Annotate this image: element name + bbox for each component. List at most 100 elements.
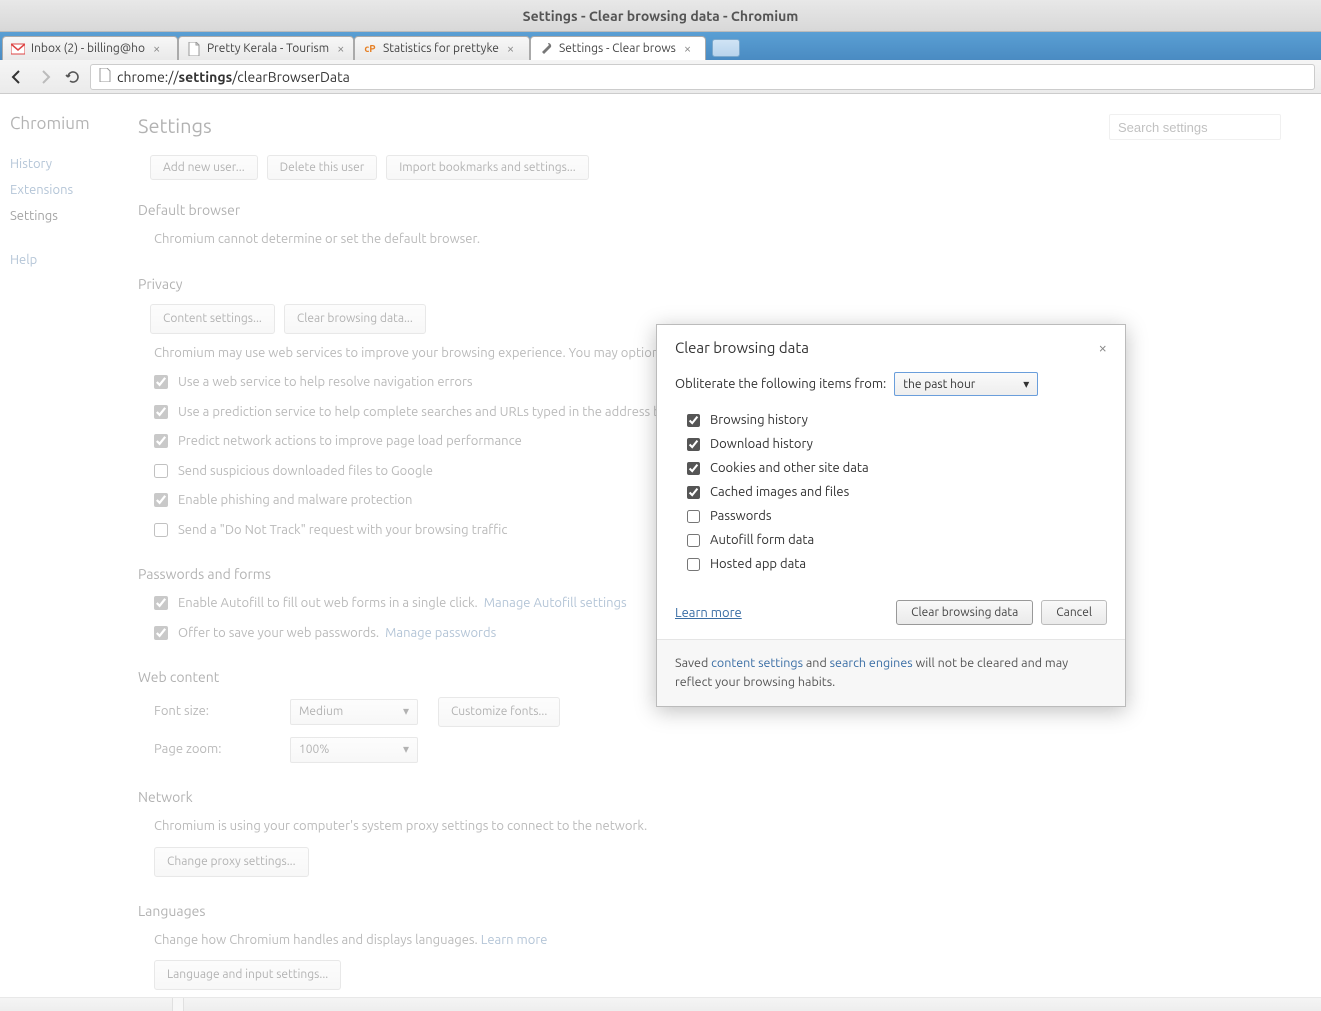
page-zoom-label: Page zoom: <box>154 740 234 760</box>
proxy-settings-button[interactable]: Change proxy settings... <box>154 847 309 877</box>
languages-desc: Change how Chromium handles and displays… <box>154 933 478 947</box>
network-desc: Chromium is using your computer's system… <box>154 817 1281 837</box>
tab-kerala[interactable]: Pretty Kerala - Tourism × <box>178 36 354 60</box>
languages-learn-more-link[interactable]: Learn more <box>481 933 548 947</box>
privacy-checkbox-5[interactable] <box>154 523 168 537</box>
window-title: Settings - Clear browsing data - Chromiu… <box>523 8 799 24</box>
passwords-label: Offer to save your web passwords. <box>178 626 379 640</box>
sidebar-title: Chromium <box>10 114 120 133</box>
privacy-check-label: Enable phishing and malware protection <box>178 491 412 511</box>
dialog-option-label: Download history <box>710 437 813 451</box>
dialog-learn-more-link[interactable]: Learn more <box>675 606 742 620</box>
passwords-link-1[interactable]: Manage passwords <box>385 626 496 640</box>
privacy-checkbox-1[interactable] <box>154 405 168 419</box>
passwords-checkbox-1[interactable] <box>154 626 168 640</box>
close-icon[interactable]: × <box>507 42 514 56</box>
tab-settings[interactable]: Settings - Clear brows × <box>530 36 706 60</box>
status-bar <box>0 997 1321 1011</box>
import-bookmarks-button[interactable]: Import bookmarks and settings... <box>386 155 588 180</box>
dialog-checkbox-4[interactable] <box>687 510 700 523</box>
window-titlebar: Settings - Clear browsing data - Chromiu… <box>0 0 1321 32</box>
sidebar-item-settings[interactable]: Settings <box>10 203 120 229</box>
tab-stats[interactable]: cP Statistics for prettyke × <box>354 36 530 60</box>
dialog-option-label: Passwords <box>710 509 771 523</box>
dialog-checkbox-2[interactable] <box>687 462 700 475</box>
section-languages-title: Languages <box>138 903 1281 919</box>
section-privacy-title: Privacy <box>138 276 1281 292</box>
clear-data-button[interactable]: Clear browsing data <box>896 600 1033 625</box>
dialog-title: Clear browsing data <box>675 339 809 356</box>
dialog-checkbox-1[interactable] <box>687 438 700 451</box>
dialog-option-label: Autofill form data <box>710 533 814 547</box>
passwords-link-0[interactable]: Manage Autofill settings <box>484 596 627 610</box>
default-browser-text: Chromium cannot determine or set the def… <box>154 230 1281 250</box>
sidebar-item-extensions[interactable]: Extensions <box>10 177 120 203</box>
privacy-check-label: Send suspicious downloaded files to Goog… <box>178 462 433 482</box>
language-settings-button[interactable]: Language and input settings... <box>154 960 341 990</box>
page-title: Settings <box>138 114 212 137</box>
dialog-note: Saved content settings and search engine… <box>657 639 1125 706</box>
font-size-label: Font size: <box>154 702 234 722</box>
section-network-title: Network <box>138 789 1281 805</box>
privacy-checkbox-3[interactable] <box>154 464 168 478</box>
tab-label: Inbox (2) - billing@ho <box>31 42 145 55</box>
font-size-select[interactable]: Medium▾ <box>290 699 418 725</box>
reload-button[interactable] <box>62 66 84 88</box>
gmail-icon <box>11 42 25 56</box>
obliterate-label: Obliterate the following items from: <box>675 377 886 391</box>
close-icon[interactable]: × <box>684 42 691 56</box>
privacy-checkbox-2[interactable] <box>154 434 168 448</box>
privacy-checkbox-4[interactable] <box>154 493 168 507</box>
url-host: settings <box>179 69 233 85</box>
dialog-checkbox-0[interactable] <box>687 414 700 427</box>
clear-browsing-data-dialog: Clear browsing data × Obliterate the fol… <box>656 324 1126 707</box>
url-prefix: chrome:// <box>117 69 179 85</box>
customize-fonts-button[interactable]: Customize fonts... <box>438 697 560 727</box>
cancel-button[interactable]: Cancel <box>1041 600 1107 625</box>
chevron-down-icon: ▾ <box>1023 377 1029 391</box>
tab-inbox[interactable]: Inbox (2) - billing@ho × <box>2 36 178 60</box>
chevron-down-icon: ▾ <box>403 703 409 721</box>
tab-label: Statistics for prettyke <box>383 42 499 55</box>
time-range-select[interactable]: the past hour ▾ <box>894 372 1038 396</box>
wrench-icon <box>539 42 553 56</box>
close-icon[interactable]: × <box>337 42 344 56</box>
dialog-checkbox-6[interactable] <box>687 558 700 571</box>
back-button[interactable] <box>6 66 28 88</box>
content-settings-link[interactable]: content settings <box>711 656 803 670</box>
delete-user-button[interactable]: Delete this user <box>267 155 378 180</box>
sidebar: Chromium History Extensions Settings Hel… <box>0 94 130 1011</box>
close-icon[interactable]: × <box>1099 339 1107 356</box>
sidebar-item-history[interactable]: History <box>10 151 120 177</box>
page-icon <box>187 42 201 56</box>
page-zoom-select[interactable]: 100%▾ <box>290 737 418 763</box>
forward-button[interactable] <box>34 66 56 88</box>
tab-label: Settings - Clear brows <box>559 42 676 55</box>
url-path: /clearBrowserData <box>232 69 350 85</box>
content-settings-button[interactable]: Content settings... <box>150 304 275 334</box>
passwords-label: Enable Autofill to fill out web forms in… <box>178 596 478 610</box>
search-engines-link[interactable]: search engines <box>830 656 913 670</box>
cpanel-icon: cP <box>363 42 377 56</box>
dialog-checkbox-3[interactable] <box>687 486 700 499</box>
address-bar[interactable]: chrome://settings/clearBrowserData <box>90 64 1315 90</box>
page-icon <box>99 68 111 85</box>
clear-browsing-data-button[interactable]: Clear browsing data... <box>284 304 426 334</box>
close-icon[interactable]: × <box>153 42 160 56</box>
passwords-checkbox-0[interactable] <box>154 596 168 610</box>
add-user-button[interactable]: Add new user... <box>150 155 258 180</box>
search-input[interactable] <box>1109 114 1281 140</box>
tab-label: Pretty Kerala - Tourism <box>207 42 329 55</box>
privacy-check-label: Send a "Do Not Track" request with your … <box>178 521 507 541</box>
toolbar: chrome://settings/clearBrowserData <box>0 60 1321 94</box>
section-default-browser-title: Default browser <box>138 202 1281 218</box>
dialog-option-label: Browsing history <box>710 413 808 427</box>
dialog-checkbox-5[interactable] <box>687 534 700 547</box>
dialog-option-label: Hosted app data <box>710 557 806 571</box>
privacy-check-label: Predict network actions to improve page … <box>178 432 522 452</box>
new-tab-button[interactable] <box>712 39 740 57</box>
privacy-checkbox-0[interactable] <box>154 375 168 389</box>
sidebar-item-help[interactable]: Help <box>10 247 120 273</box>
tab-strip: Inbox (2) - billing@ho × Pretty Kerala -… <box>0 32 1321 60</box>
privacy-check-label: Use a web service to help resolve naviga… <box>178 373 473 393</box>
